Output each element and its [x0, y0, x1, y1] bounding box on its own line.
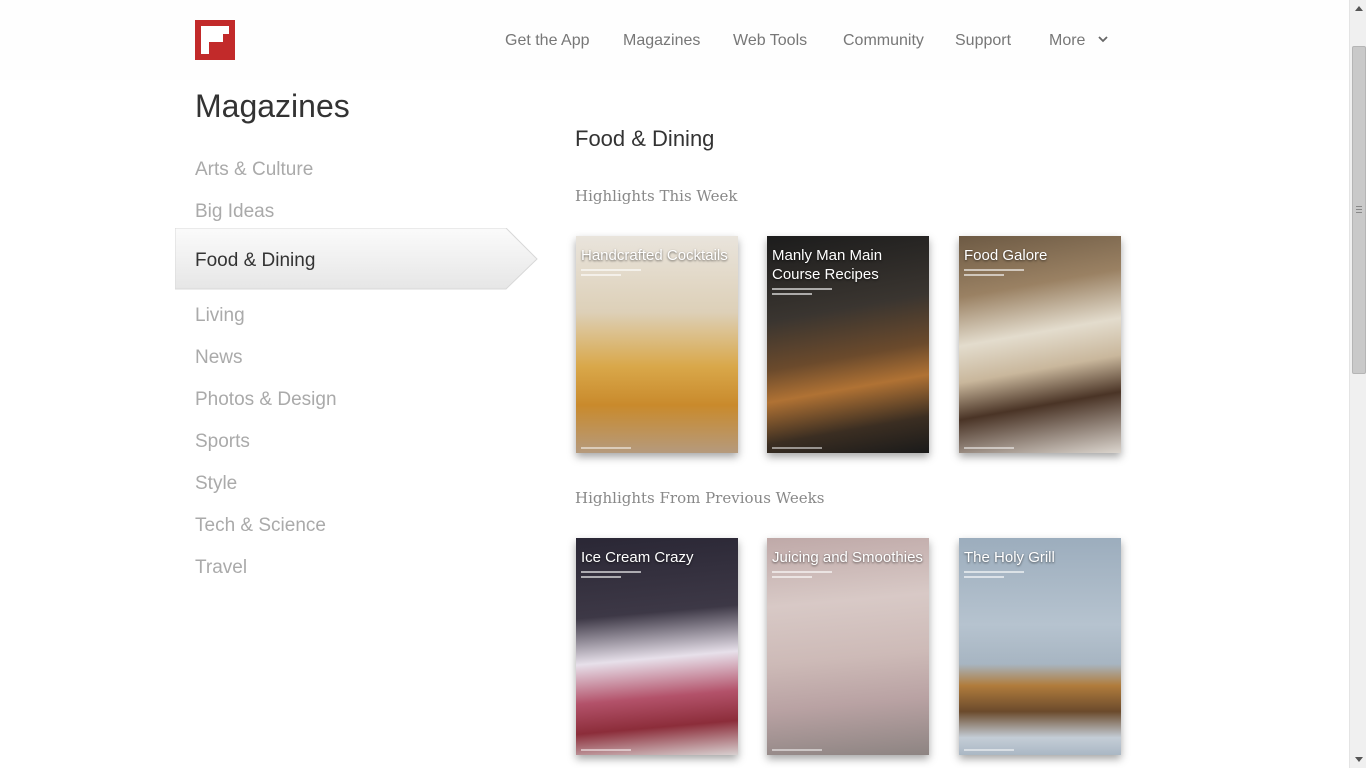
- category-living[interactable]: Living: [195, 305, 245, 327]
- magazine-card[interactable]: The Holy Grill: [959, 538, 1121, 755]
- magazine-title: Food Galore: [964, 247, 1048, 264]
- vertical-scrollbar[interactable]: [1349, 0, 1366, 768]
- nav-web-tools[interactable]: Web Tools: [733, 32, 807, 50]
- nav-get-the-app[interactable]: Get the App: [505, 32, 590, 50]
- category-arts-culture[interactable]: Arts & Culture: [195, 159, 313, 181]
- nav-community[interactable]: Community: [843, 32, 924, 50]
- magazine-card[interactable]: Food Galore: [959, 236, 1121, 453]
- magazine-card[interactable]: Juicing and Smoothies: [767, 538, 929, 755]
- magazine-card[interactable]: Handcrafted Cocktails: [576, 236, 738, 453]
- nav-magazines[interactable]: Magazines: [623, 32, 700, 50]
- scroll-down-arrow-icon[interactable]: [1350, 751, 1366, 768]
- scrollbar-thumb[interactable]: [1352, 46, 1366, 374]
- category-sports[interactable]: Sports: [195, 431, 250, 453]
- magazine-card[interactable]: Ice Cream Crazy: [576, 538, 738, 755]
- chevron-down-icon[interactable]: [1098, 34, 1108, 44]
- category-news[interactable]: News: [195, 347, 243, 369]
- category-style[interactable]: Style: [195, 473, 237, 495]
- nav-more[interactable]: More: [1049, 32, 1085, 50]
- magazine-card[interactable]: Manly Man Main Course Recipes: [767, 236, 929, 453]
- page-title: Magazines: [195, 88, 350, 124]
- category-big-ideas[interactable]: Big Ideas: [195, 201, 274, 223]
- nav-support[interactable]: Support: [955, 32, 1011, 50]
- section-title: Food & Dining: [575, 126, 715, 151]
- magazine-title: The Holy Grill: [964, 549, 1055, 566]
- highlights-this-week-label: Highlights This Week: [575, 187, 738, 205]
- category-food-dining-label: Food & Dining: [195, 250, 316, 271]
- magazine-title: Handcrafted Cocktails: [581, 247, 728, 264]
- category-tech-science[interactable]: Tech & Science: [195, 515, 326, 537]
- category-photos-design[interactable]: Photos & Design: [195, 389, 337, 411]
- magazine-title: Manly Man Main Course Recipes: [772, 247, 883, 283]
- category-food-dining-active[interactable]: Food & Dining: [175, 228, 538, 290]
- highlights-previous-weeks-label: Highlights From Previous Weeks: [575, 489, 825, 507]
- flipboard-logo[interactable]: [195, 20, 235, 60]
- magazine-title: Ice Cream Crazy: [581, 549, 694, 566]
- site-header: Get the App Magazines Web Tools Communit…: [0, 0, 1349, 80]
- scroll-up-arrow-icon[interactable]: [1350, 0, 1366, 17]
- category-travel[interactable]: Travel: [195, 557, 247, 579]
- magazine-title: Juicing and Smoothies: [772, 549, 923, 566]
